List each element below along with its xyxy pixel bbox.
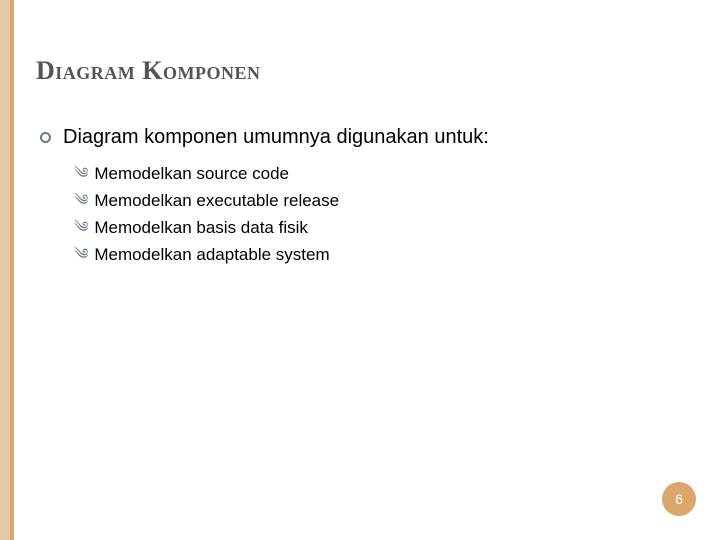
sub-item-text: Memodelkan source code (94, 163, 289, 186)
swirl-bullet-icon: ༄ (74, 245, 88, 265)
slide-content: Diagram Komponen Diagram komponen umumny… (36, 56, 684, 271)
swirl-bullet-icon: ༄ (74, 164, 88, 184)
list-item: ༄ Memodelkan adaptable system (74, 244, 684, 267)
slide-title: Diagram Komponen (36, 56, 684, 86)
list-item: ༄ Memodelkan executable release (74, 190, 684, 213)
swirl-bullet-icon: ༄ (74, 191, 88, 211)
list-item: ༄ Memodelkan source code (74, 163, 684, 186)
sub-item-text: Memodelkan basis data fisik (94, 217, 308, 240)
sub-item-text: Memodelkan executable release (94, 190, 339, 213)
sub-list: ༄ Memodelkan source code ༄ Memodelkan ex… (74, 163, 684, 267)
page-number-badge: 6 (662, 482, 696, 516)
main-bullet-text: Diagram komponen umumnya digunakan untuk… (63, 126, 489, 149)
list-item: ༄ Memodelkan basis data fisik (74, 217, 684, 240)
swirl-bullet-icon: ༄ (74, 218, 88, 238)
ring-bullet-icon (40, 132, 51, 143)
main-bullet-item: Diagram komponen umumnya digunakan untuk… (40, 126, 684, 149)
left-stripe-outer (0, 0, 10, 540)
page-number-text: 6 (675, 491, 683, 507)
left-stripe-inner (10, 0, 14, 540)
sub-item-text: Memodelkan adaptable system (94, 244, 329, 267)
